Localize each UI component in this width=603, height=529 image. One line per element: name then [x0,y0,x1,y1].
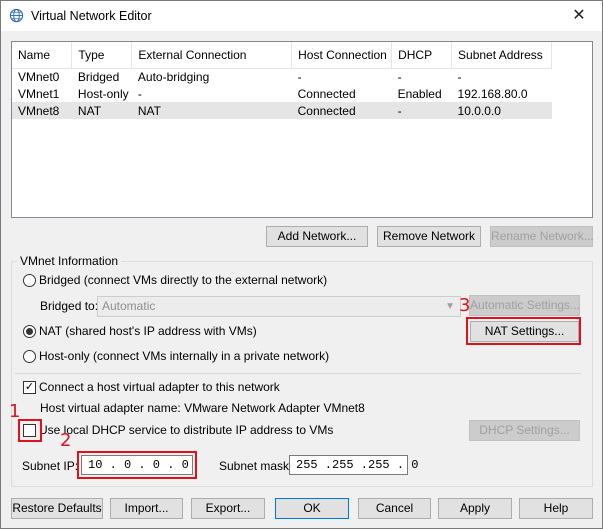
annotation-box-subnet-ip [77,451,197,479]
table-cell: NAT [131,102,292,119]
annotation-number-1: 1 [9,401,21,422]
column-header-type[interactable]: Type [71,42,133,69]
connect-adapter-checkbox[interactable]: ✓ [23,381,36,394]
host-only-radio[interactable] [23,350,36,363]
table-cell: - [457,69,462,84]
cancel-button[interactable]: Cancel [358,498,431,519]
table-cell: - [297,69,302,84]
table-cell: NAT [71,102,132,119]
table-cell: Auto-bridging [137,69,210,84]
chevron-down-icon: ▼ [445,301,455,312]
column-header-external-connection[interactable]: External Connection [131,42,293,69]
subnet-ip-label: Subnet IP: [22,459,79,473]
network-list[interactable]: Name Type External Connection Host Conne… [11,41,593,218]
automatic-settings-button[interactable]: Automatic Settings... [469,295,580,316]
ok-button[interactable]: OK [275,498,349,519]
bridged-to-select[interactable]: Automatic ▼ [97,296,461,317]
bridged-to-label: Bridged to: [40,299,99,313]
rename-network-button[interactable]: Rename Network... [490,226,594,247]
table-cell: VMnet8 [12,102,72,119]
column-header-dhcp[interactable]: DHCP [391,42,453,69]
nat-radio[interactable] [23,325,36,338]
network-table: Name Type External Connection Host Conne… [12,42,552,119]
annotation-number-2: 2 [60,430,72,451]
vmnet-information-label: VMnet Information [17,254,122,268]
annotation-number-3: 3 [459,295,471,316]
export-button[interactable]: Export... [191,498,265,519]
import-button[interactable]: Import... [110,498,183,519]
table-cell: - [137,86,142,101]
remove-network-button[interactable]: Remove Network [377,226,481,247]
table-row-vmnet0[interactable]: VMnet0 Bridged Auto-bridging - - - [12,68,552,85]
table-cell: Host-only [77,86,129,101]
table-cell: VMnet1 [18,86,60,101]
annotation-box-nat-settings [466,317,581,345]
title-bar: Virtual Network Editor ✕ [1,1,602,31]
table-cell: VMnet0 [18,69,60,84]
virtual-network-editor-window: Virtual Network Editor ✕ Name Type Exter… [0,0,603,529]
table-cell: 10.0.0.0 [451,102,552,119]
table-row-vmnet1[interactable]: VMnet1 Host-only - Connected Enabled 192… [12,85,552,102]
annotation-box-dhcp [18,419,42,442]
table-cell: 192.168.80.0 [457,86,528,101]
separator [15,373,581,374]
window-title: Virtual Network Editor [31,9,152,23]
nat-label[interactable]: NAT (shared host's IP address with VMs) [39,324,257,338]
table-cell: Enabled [397,86,442,101]
table-cell: - [391,102,452,119]
close-button[interactable]: ✕ [556,1,602,31]
adapter-name-label: Host virtual adapter name: VMware Networ… [40,401,365,415]
bridged-to-value: Automatic [102,299,156,313]
column-header-name[interactable]: Name [12,42,73,69]
help-button[interactable]: Help [519,498,593,519]
column-header-host-connection[interactable]: Host Connection [291,42,393,69]
connect-adapter-label[interactable]: Connect a host virtual adapter to this n… [39,380,280,394]
restore-defaults-button[interactable]: Restore Defaults [11,498,103,519]
table-cell: Connected [297,86,356,101]
dhcp-label[interactable]: Use local DHCP service to distribute IP … [39,423,333,437]
table-cell: - [397,69,402,84]
column-header-subnet-address[interactable]: Subnet Address [451,42,552,69]
table-cell: Connected [291,102,392,119]
apply-button[interactable]: Apply [438,498,512,519]
globe-network-icon [9,8,24,23]
dhcp-settings-button[interactable]: DHCP Settings... [469,420,580,441]
table-row-vmnet8[interactable]: VMnet8 NAT NAT Connected - 10.0.0.0 [12,102,552,119]
bridged-radio[interactable] [23,274,36,287]
host-only-label[interactable]: Host-only (connect VMs internally in a p… [39,349,329,363]
bridged-label[interactable]: Bridged (connect VMs directly to the ext… [39,273,327,287]
add-network-button[interactable]: Add Network... [266,226,368,247]
subnet-mask-label: Subnet mask: [219,459,293,473]
table-header-row: Name Type External Connection Host Conne… [12,42,552,69]
table-cell: Bridged [77,69,120,84]
subnet-mask-input[interactable]: 255 .255 .255 . 0 [289,455,418,475]
